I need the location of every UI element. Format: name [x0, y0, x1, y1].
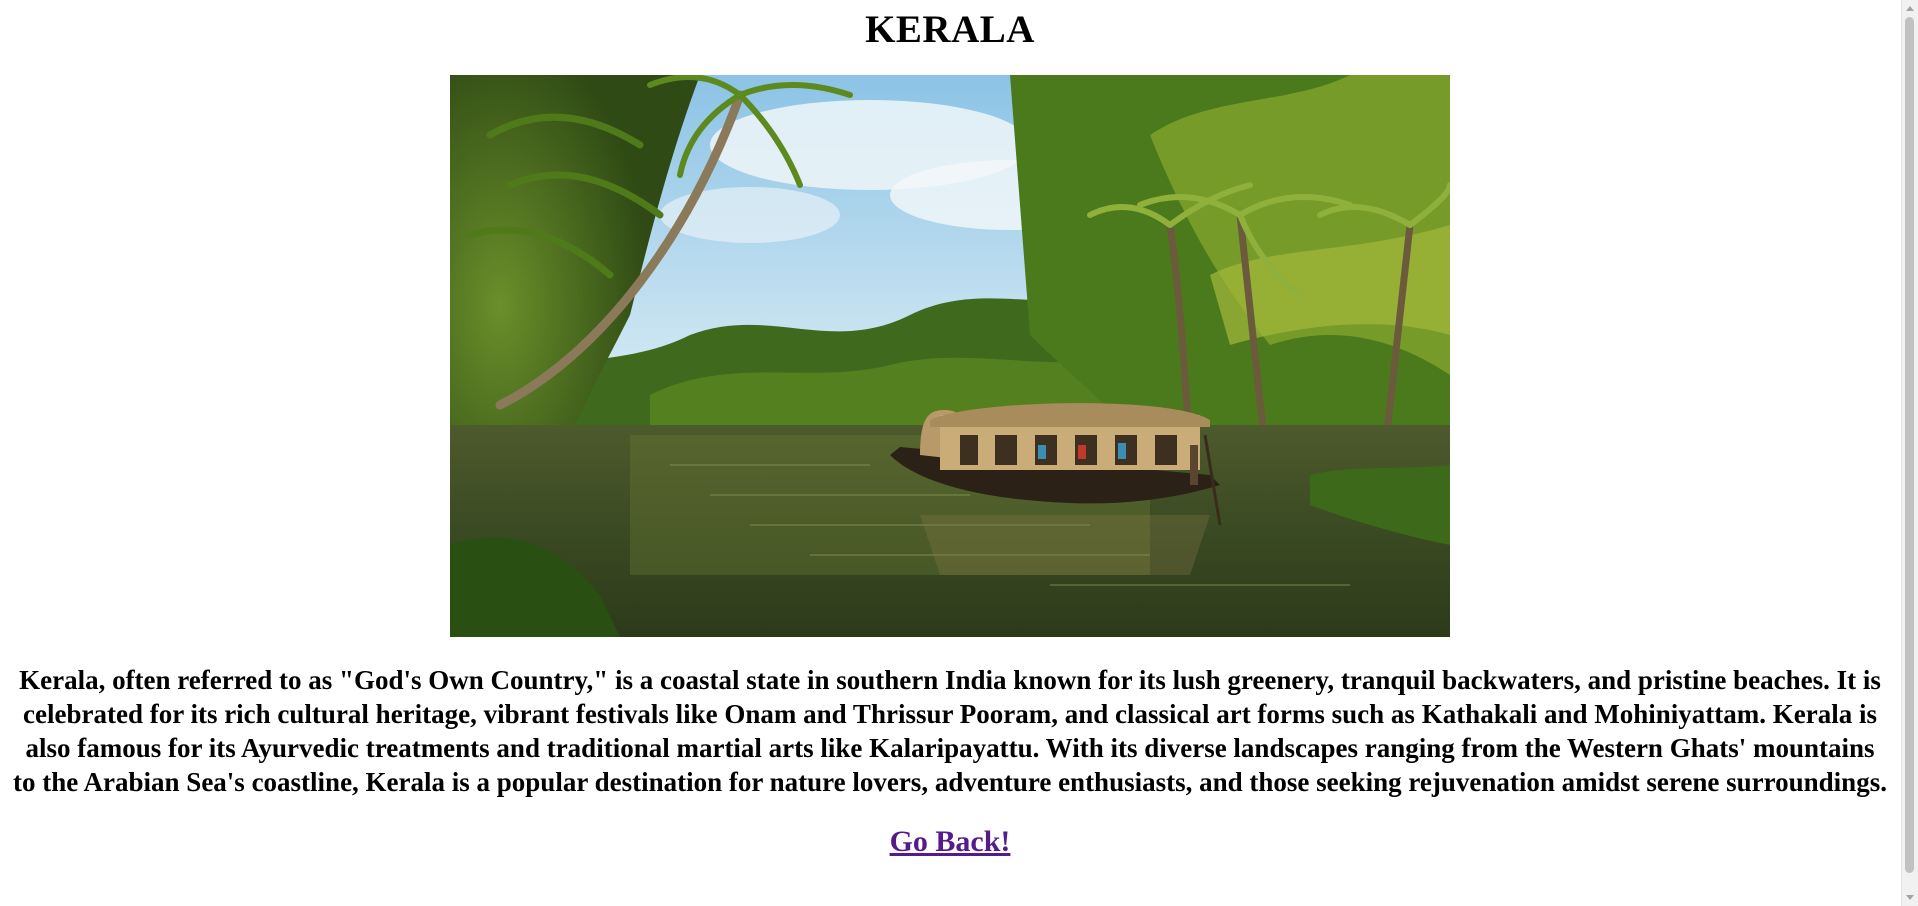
scroll-up-arrow-icon[interactable]: [1906, 6, 1914, 11]
scroll-thumb[interactable]: [1905, 17, 1914, 873]
vertical-scrollbar[interactable]: [1901, 0, 1918, 906]
page-title: KERALA: [865, 8, 1035, 51]
kerala-description: Kerala, often referred to as "God's Own …: [13, 665, 1887, 797]
go-back-link[interactable]: Go Back!: [890, 825, 1011, 859]
scroll-down-arrow-icon[interactable]: [1906, 895, 1914, 900]
kerala-backwaters-image: [450, 75, 1450, 637]
page: KERALA Kerala, often referred to as "God…: [0, 0, 1900, 906]
